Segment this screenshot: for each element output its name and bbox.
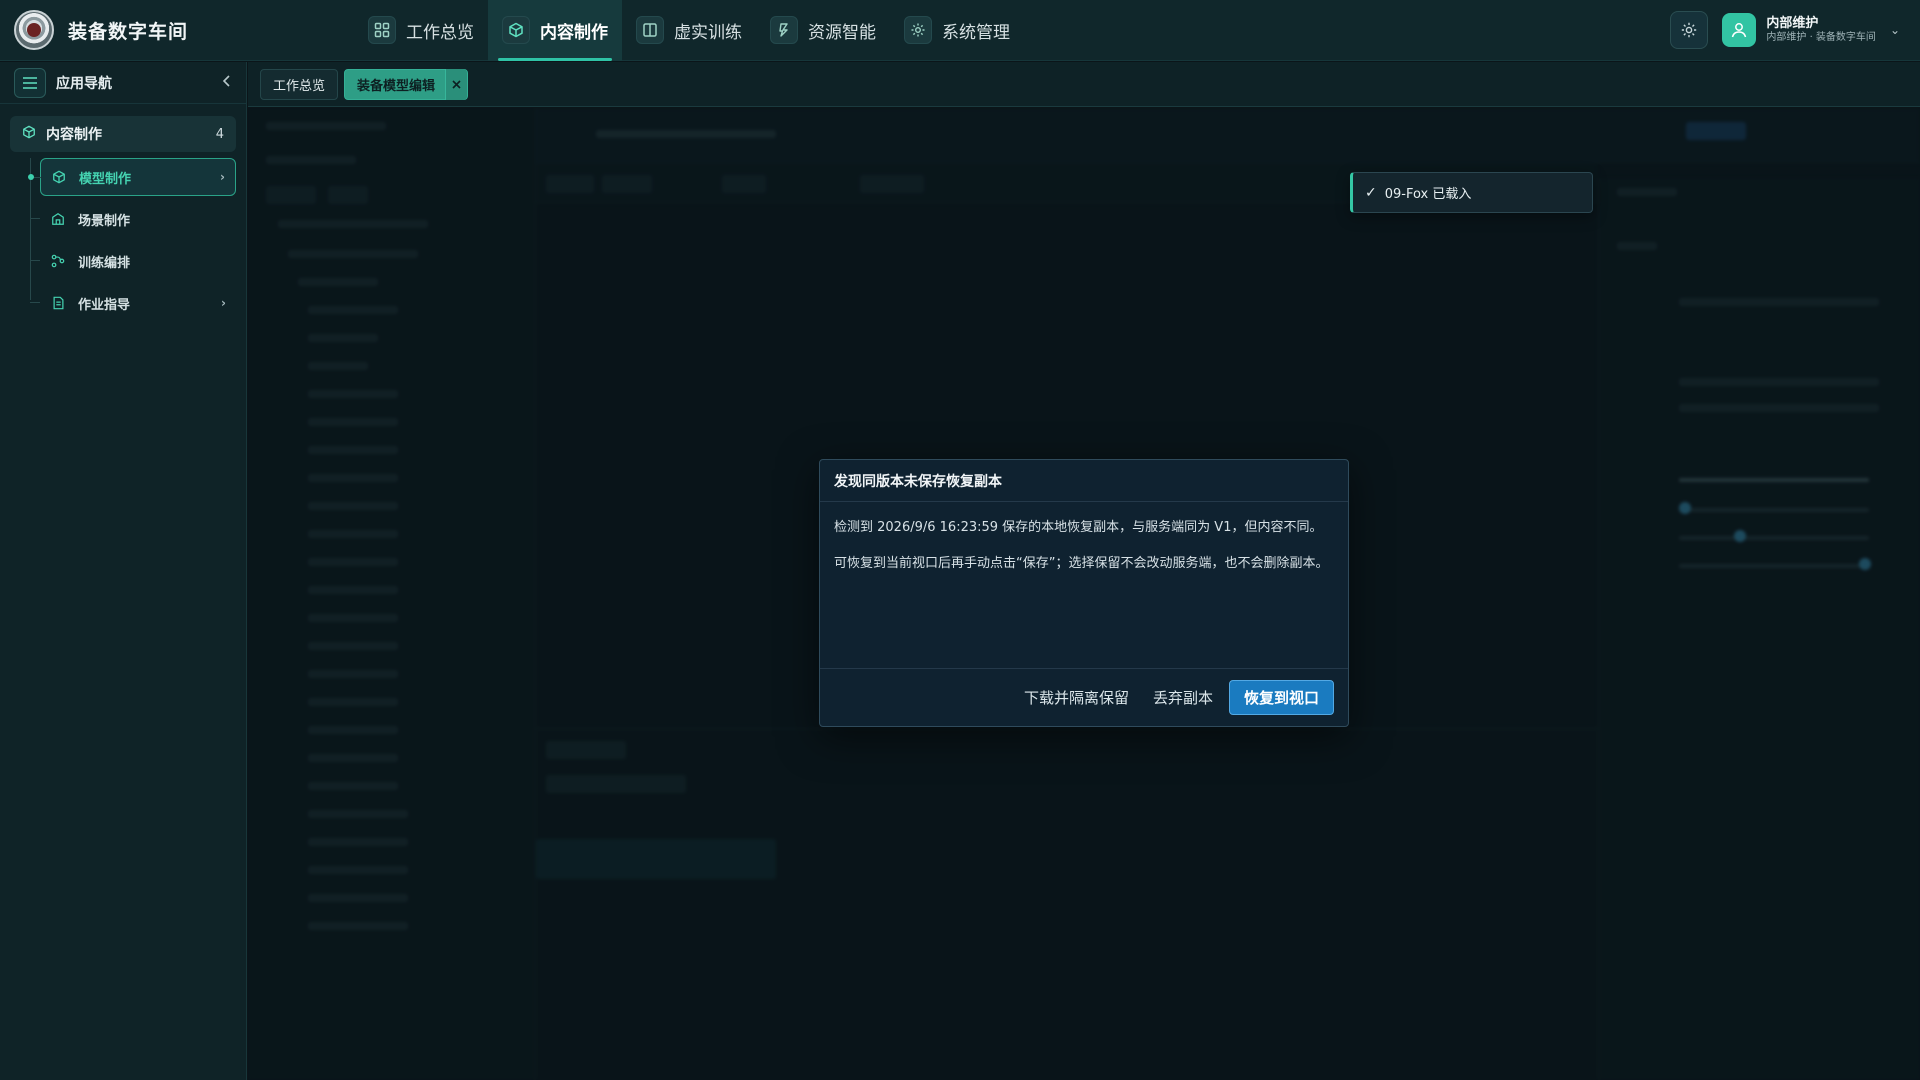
brand: 装备数字车间	[0, 10, 340, 50]
page-tabs: 工作总览 装备模型编辑	[248, 62, 1920, 107]
avatar[interactable]	[1722, 13, 1757, 47]
cube-icon	[51, 170, 67, 184]
dialog-footer: 下载并隔离保留 丢弃副本 恢复到视口	[820, 668, 1348, 726]
lightning-icon	[770, 16, 798, 44]
close-icon[interactable]	[445, 69, 468, 100]
dialog-paragraph: 检测到 2026/9/6 16:23:59 保存的本地恢复副本，与服务端同为 V…	[834, 520, 1323, 535]
menu-icon	[23, 76, 37, 89]
recovery-dialog: 发现同版本未保存恢复副本 检测到 2026/9/6 16:23:59 保存的本地…	[819, 459, 1349, 727]
sidebar-item-guide[interactable]: 作业指导 ›	[30, 284, 236, 322]
sidebar-item-label: 训练编排	[78, 255, 131, 271]
sidebar-item-label: 作业指导	[78, 297, 131, 313]
dialog-paragraph: 可恢复到当前视口后再手动点击“保存”；选择保留不会改动服务端，也不会删除副本。	[834, 556, 1329, 571]
user-icon	[1732, 23, 1747, 38]
book-icon	[636, 16, 664, 44]
sidebar-item-label: 模型制作	[79, 171, 132, 187]
toast-notification: ✓ 09-Fox 已载入	[1350, 172, 1593, 213]
main-nav: 工作总览 内容制作 虚实训练 资源智能 系统管理	[354, 0, 1024, 61]
collapse-sidebar-icon[interactable]	[222, 74, 232, 91]
building-icon	[50, 212, 66, 226]
sidebar-title: 应用导航	[56, 75, 112, 92]
settings-button[interactable]	[1670, 11, 1709, 49]
sidebar-item-orchestration[interactable]: 训练编排	[30, 242, 236, 280]
tab-label: 装备模型编辑	[357, 79, 436, 94]
user-info[interactable]: 内部维护 内部维护 · 装备数字车间	[1766, 15, 1876, 43]
dashboard-grid-icon	[368, 16, 396, 44]
sidebar-item-label: 场景制作	[78, 213, 131, 229]
sidebar: 应用导航 内容制作 4 模型制作 › 场景制作 训练编排 作业指导 ›	[0, 62, 247, 1080]
check-icon: ✓	[1365, 184, 1377, 201]
nav-item-system[interactable]: 系统管理	[890, 0, 1024, 61]
discard-copy-button[interactable]: 丢弃副本	[1141, 687, 1225, 708]
cube-icon	[22, 125, 36, 143]
sidebar-tree: 模型制作 › 场景制作 训练编排 作业指导 ›	[28, 158, 246, 322]
tab-model-editor[interactable]: 装备模型编辑	[344, 69, 469, 100]
chevron-down-icon[interactable]: ⌄	[1890, 23, 1900, 37]
sidebar-header: 应用导航	[0, 62, 246, 104]
settings-gear-icon	[1682, 22, 1697, 38]
app-logo	[14, 10, 54, 50]
nav-label: 内容制作	[540, 22, 608, 43]
nav-item-overview[interactable]: 工作总览	[354, 0, 488, 61]
nav-item-training[interactable]: 虚实训练	[622, 0, 756, 61]
nav-label: 虚实训练	[674, 22, 742, 43]
app-title: 装备数字车间	[68, 20, 189, 43]
nav-label: 系统管理	[942, 22, 1010, 43]
cube-icon	[502, 16, 530, 44]
menu-button[interactable]	[14, 67, 46, 98]
nav-label: 工作总览	[406, 22, 474, 43]
dialog-body: 检测到 2026/9/6 16:23:59 保存的本地恢复副本，与服务端同为 V…	[820, 502, 1348, 576]
flow-icon	[50, 254, 66, 268]
tab-overview[interactable]: 工作总览	[260, 69, 339, 100]
document-icon	[50, 296, 66, 310]
sidebar-group-content[interactable]: 内容制作 4	[10, 116, 236, 152]
nav-label: 资源智能	[808, 22, 876, 43]
nav-item-resources[interactable]: 资源智能	[756, 0, 890, 61]
top-bar: 装备数字车间 工作总览 内容制作 虚实训练 资源智能 系统管理 内部维护 内部维…	[0, 0, 1920, 61]
download-isolate-button[interactable]: 下载并隔离保留	[1012, 687, 1141, 708]
dialog-title: 发现同版本未保存恢复副本	[820, 460, 1348, 502]
sidebar-item-model[interactable]: 模型制作 ›	[28, 158, 236, 196]
sidebar-item-scene[interactable]: 场景制作	[30, 200, 236, 238]
restore-to-viewport-button[interactable]: 恢复到视口	[1228, 680, 1334, 715]
tab-label: 工作总览	[273, 79, 326, 94]
chevron-right-icon: ›	[220, 170, 225, 184]
nav-item-content[interactable]: 内容制作	[488, 0, 622, 61]
chevron-right-icon: ›	[221, 296, 226, 310]
gear-icon	[904, 16, 932, 44]
user-name: 内部维护	[1766, 15, 1819, 31]
toast-text: 09-Fox 已载入	[1384, 187, 1472, 202]
top-right-area: 内部维护 内部维护 · 装备数字车间 ⌄	[1670, 11, 1920, 49]
sidebar-group-label: 内容制作	[46, 127, 102, 143]
user-subtitle: 内部维护 · 装备数字车间	[1766, 31, 1876, 43]
sidebar-group-count: 4	[215, 126, 224, 142]
